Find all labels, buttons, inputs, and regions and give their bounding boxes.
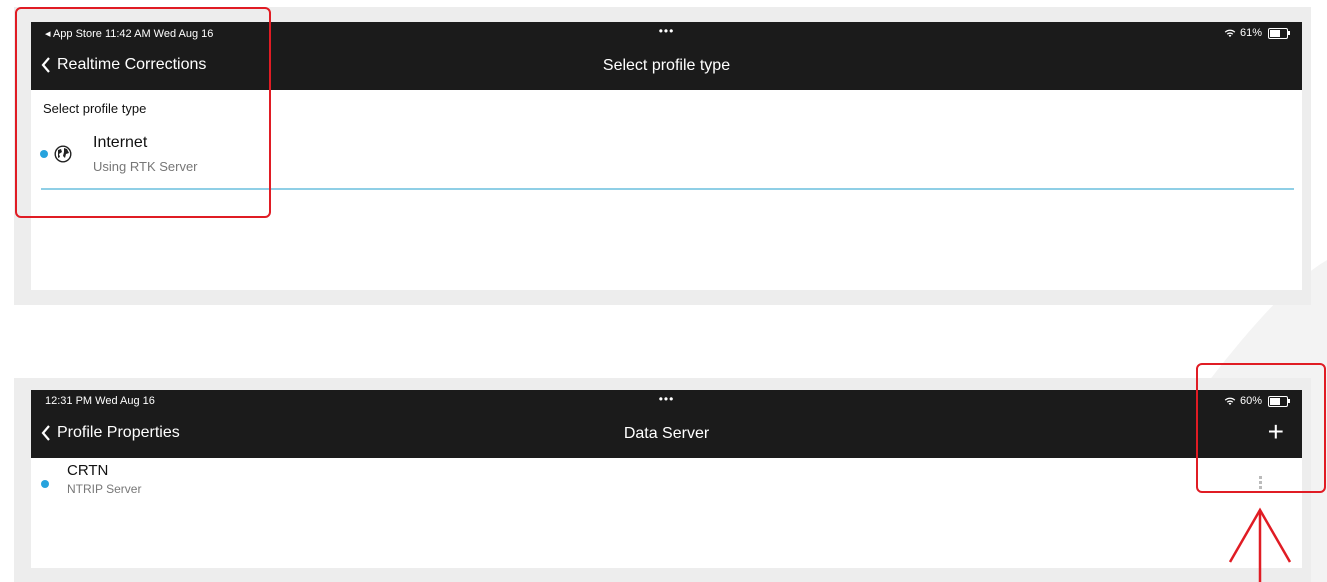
nav-bar: Profile Properties Data Server + xyxy=(31,412,1302,458)
multitask-dots[interactable]: ••• xyxy=(659,392,675,406)
wifi-icon xyxy=(1224,29,1236,37)
back-button[interactable]: Profile Properties xyxy=(41,424,180,442)
selected-indicator xyxy=(41,480,49,488)
item-subtitle: NTRIP Server xyxy=(67,482,142,496)
chevron-left-icon xyxy=(41,425,50,441)
back-label: Profile Properties xyxy=(57,424,180,441)
item-title: CRTN xyxy=(67,462,109,479)
battery-percent: 61% xyxy=(1239,27,1262,39)
status-time: 12:31 PM Wed Aug 16 xyxy=(45,395,155,407)
battery-icon xyxy=(1268,27,1290,39)
page-title: Data Server xyxy=(623,425,710,442)
annotation-arrow-icon xyxy=(1228,507,1292,582)
multitask-dots[interactable]: ••• xyxy=(659,24,675,38)
annotation-highlight-box xyxy=(1196,363,1326,493)
list-item-crtn[interactable]: CRTN NTRIP Server xyxy=(31,460,1302,510)
status-right: 61% xyxy=(1224,27,1290,39)
page-title: Select profile type xyxy=(602,57,731,74)
bottom-screen: 12:31 PM Wed Aug 16 ••• 60% Profile Prop… xyxy=(31,390,1302,568)
status-bar: 12:31 PM Wed Aug 16 ••• 60% xyxy=(31,390,1302,412)
annotation-highlight-box xyxy=(15,7,271,218)
